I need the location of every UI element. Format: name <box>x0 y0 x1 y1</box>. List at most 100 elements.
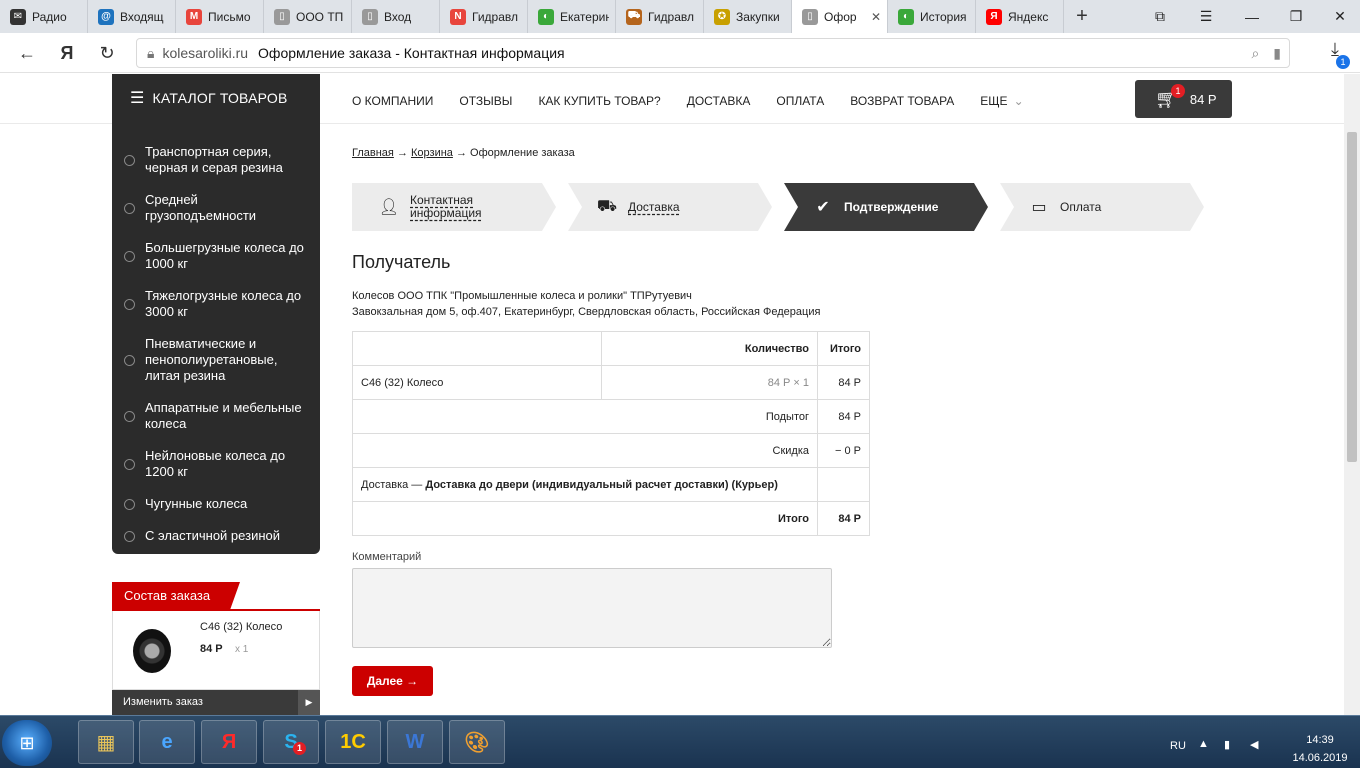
browser-tab[interactable]: ▯ Вход <box>352 0 440 33</box>
lock-icon: 🔒︎ <box>147 44 155 61</box>
url-field[interactable]: 🔒︎ kolesaroliki.ru Оформление заказа - К… <box>136 38 1290 68</box>
file-explorer-icon[interactable]: ▦ <box>78 720 134 764</box>
catalog-item[interactable]: Средней грузоподъемности <box>112 184 320 232</box>
step-payment: ▭ Оплата <box>1028 183 1101 231</box>
cart-total: 84 Р <box>1189 91 1217 107</box>
catalog-item[interactable]: Аппаратные и мебельные колеса <box>112 392 320 440</box>
comment-textarea[interactable] <box>352 568 832 648</box>
page-scrollbar[interactable] <box>1344 74 1360 715</box>
menu-item[interactable]: ДОСТАВКА <box>687 94 751 108</box>
browser-tab[interactable]: @ Входящ <box>88 0 176 33</box>
menu-item[interactable]: КАК КУПИТЬ ТОВАР? <box>538 94 660 108</box>
skype-icon[interactable]: S1 <box>263 720 319 764</box>
1c-icon[interactable]: 1С <box>325 720 381 764</box>
green-leaf-icon: ◐ <box>538 8 554 25</box>
order-summary-item: С46 (32) Колесо 84 Р x 1 <box>112 611 320 690</box>
download-icon[interactable]: ⤓ 1 <box>1320 39 1350 69</box>
close-tab-icon[interactable]: ✕ <box>871 10 881 24</box>
menu-item[interactable]: ВОЗВРАТ ТОВАРА <box>850 94 954 108</box>
catalog-item[interactable]: С эластичной резиной <box>112 520 320 552</box>
windows-start-icon[interactable]: ⊞ <box>2 720 52 766</box>
table-row: Итого 84 Р <box>352 501 870 536</box>
breadcrumb: Главная → Корзина → Оформление заказа <box>352 147 575 159</box>
minimize-icon[interactable]: — <box>1232 0 1272 33</box>
url-page-title: Оформление заказа - Контактная информаци… <box>258 45 565 61</box>
browser-tab[interactable]: M Письмо <box>176 0 264 33</box>
page-icon: ▯ <box>802 8 818 25</box>
back-arrow-icon[interactable]: ← <box>14 41 40 65</box>
tab-manager-icon[interactable]: ⧉ <box>1140 0 1180 33</box>
mail-icon: ✉ <box>10 8 26 25</box>
browser-tab[interactable]: ▯ Офор ✕ <box>792 0 888 33</box>
menu-item[interactable]: ОТЗЫВЫ <box>459 94 512 108</box>
windows-taskbar: ⊞ ▦ e Я S1 1С W 🎨︎ RU ▲ ▮ ◀︎ 14:39 14.06… <box>0 715 1360 768</box>
restore-icon[interactable]: ❐ <box>1276 0 1316 33</box>
new-tab-button[interactable]: + <box>1064 0 1100 33</box>
search-icon[interactable]: ⌕ <box>1251 45 1259 62</box>
catalog-item[interactable]: Чугунные колеса <box>112 488 320 520</box>
reload-icon[interactable]: ↻ <box>94 41 120 65</box>
browser-tab-label: Яндекс <box>1008 9 1049 24</box>
table-head-total: Итого <box>817 331 870 366</box>
edit-order-label: Изменить заказ <box>123 696 203 708</box>
page-icon: ▯ <box>274 8 290 25</box>
tray-arrow-icon[interactable]: ▲ <box>1198 738 1209 750</box>
paint-icon[interactable]: 🎨︎ <box>449 720 505 764</box>
catalog-item[interactable]: Пневматические и пенополиуретановые, лит… <box>112 328 320 392</box>
step-delivery[interactable]: ⛟ Доставка <box>596 183 680 231</box>
internet-explorer-icon[interactable]: e <box>139 720 195 764</box>
menu-item[interactable]: О КОМПАНИИ <box>352 94 433 108</box>
chevron-down-icon[interactable]: ⌄ <box>1014 94 1024 108</box>
cart-count-badge: 1 <box>1171 84 1185 98</box>
next-button[interactable]: Далее → <box>352 666 433 696</box>
radio-circle-icon <box>124 202 135 214</box>
browser-tab-label: Офор <box>824 9 857 24</box>
menu-item[interactable]: ОПЛАТА <box>776 94 824 108</box>
volume-icon[interactable]: ◀︎ <box>1250 738 1258 751</box>
browser-tab[interactable]: ✉ Радио <box>0 0 88 33</box>
delivery-price-empty <box>817 467 870 502</box>
browser-tab[interactable]: ◐ Екатерин <box>528 0 616 33</box>
breadcrumb-home-link[interactable]: Главная <box>352 147 394 159</box>
catalog-item[interactable]: Нейлоновые колеса до 1200 кг <box>112 440 320 488</box>
browser-tab[interactable]: ✪ Закупки <box>704 0 792 33</box>
breadcrumb-cart-link[interactable]: Корзина <box>411 147 453 159</box>
browser-tab-label: Письмо <box>208 9 251 24</box>
network-icon[interactable]: ▮ <box>1224 738 1230 751</box>
scrollbar-thumb[interactable] <box>1347 132 1357 462</box>
user-icon: 👤︎ <box>378 199 400 216</box>
bookmark-icon[interactable]: ▮ <box>1273 45 1281 62</box>
clock-time[interactable]: 14:39 <box>1295 734 1345 746</box>
yandex-icon: Я <box>986 8 1002 25</box>
order-table: Количество Итого С46 (32) Колесо 84 Р × … <box>352 331 870 536</box>
delivery-value: Доставка до двери (индивидуальный расчет… <box>425 478 778 491</box>
language-indicator[interactable]: RU <box>1170 740 1186 752</box>
clock-date[interactable]: 14.06.2019 <box>1278 752 1360 764</box>
edit-order-button[interactable]: Изменить заказ ▶ <box>112 690 320 715</box>
system-tray: RU ▲ ▮ ◀︎ 14:39 14.06.2019 <box>1160 716 1360 769</box>
browser-tab[interactable]: ⛟ Гидравл <box>616 0 704 33</box>
browser-tab[interactable]: ◐ История <box>888 0 976 33</box>
cart-button[interactable]: 🛒︎ 1 84 Р <box>1135 80 1232 118</box>
catalog-item[interactable]: Тяжелогрузные колеса до 3000 кг <box>112 280 320 328</box>
catalog-item[interactable]: Транспортная серия, черная и серая резин… <box>112 136 320 184</box>
menu-item[interactable]: ЕЩЕ <box>980 94 1007 108</box>
word-icon[interactable]: W <box>387 720 443 764</box>
browser-menu-icon[interactable]: ☰ <box>1186 0 1226 33</box>
catalog-item[interactable]: Большегрузные колеса до 1000 кг <box>112 232 320 280</box>
breadcrumb-current: Оформление заказа <box>470 147 575 159</box>
summary-product-name[interactable]: С46 (32) Колесо <box>200 621 282 633</box>
browser-tab[interactable]: ▯ ООО ТП <box>264 0 352 33</box>
wheel-product-image[interactable] <box>133 629 171 673</box>
yandex-logo-icon[interactable]: Я <box>54 41 80 65</box>
catalog-header[interactable]: ☰ КАТАЛОГ ТОВАРОВ <box>112 74 320 124</box>
browser-tab[interactable]: Я Яндекс <box>976 0 1064 33</box>
yandex-browser-icon[interactable]: Я <box>201 720 257 764</box>
close-window-icon[interactable]: ✕ <box>1320 0 1360 33</box>
step-contact[interactable]: 👤︎ Контактная информация <box>378 183 490 231</box>
step-confirmation[interactable]: ✔ Подтверждение <box>812 183 938 231</box>
download-count-badge: 1 <box>1336 55 1350 69</box>
browser-tab[interactable]: N Гидравл <box>440 0 528 33</box>
play-arrow-icon: ▶ <box>298 690 320 715</box>
catalog-item-label: С эластичной резиной <box>145 528 281 543</box>
